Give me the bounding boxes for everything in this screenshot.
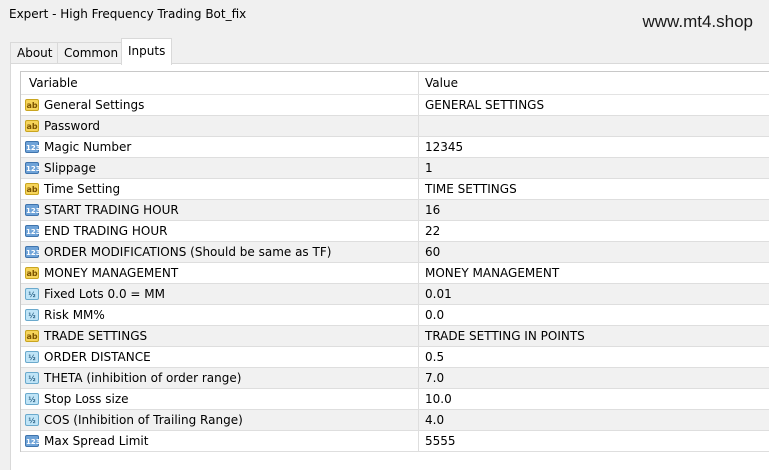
table-row[interactable]: 123 ORDER MODIFICATIONS (Should be same a… bbox=[21, 242, 769, 263]
string-type-icon: ab bbox=[25, 120, 39, 132]
value-cell[interactable]: 4.0 bbox=[419, 410, 769, 430]
value-cell[interactable]: 5555 bbox=[419, 431, 769, 451]
variable-cell: ab General Settings bbox=[21, 95, 419, 115]
table-row[interactable]: ab General Settings GENERAL SETTINGS bbox=[21, 95, 769, 116]
tab-inputs[interactable]: Inputs bbox=[121, 38, 173, 65]
string-type-icon: ab bbox=[25, 267, 39, 279]
variable-cell: ab TRADE SETTINGS bbox=[21, 326, 419, 346]
variable-name: THETA (inhibition of order range) bbox=[44, 371, 242, 385]
table-row[interactable]: 123 Magic Number 12345 bbox=[21, 137, 769, 158]
double-type-icon: ½ bbox=[25, 393, 39, 405]
value-cell[interactable]: TIME SETTINGS bbox=[419, 179, 769, 199]
table-row[interactable]: ½ Stop Loss size 10.0 bbox=[21, 389, 769, 410]
variable-name: MONEY MANAGEMENT bbox=[44, 266, 179, 280]
variable-cell: 123 Magic Number bbox=[21, 137, 419, 157]
variable-name: Password bbox=[44, 119, 101, 133]
string-type-icon: ab bbox=[25, 183, 39, 195]
variable-name: END TRADING HOUR bbox=[44, 224, 168, 238]
integer-type-icon: 123 bbox=[25, 204, 41, 216]
variable-name: TRADE SETTINGS bbox=[44, 329, 148, 343]
table-row[interactable]: 123 END TRADING HOUR 22 bbox=[21, 221, 769, 242]
table-row[interactable]: 123 Max Spread Limit 5555 bbox=[21, 431, 769, 452]
column-header-variable[interactable]: Variable bbox=[21, 72, 419, 94]
variable-name: Time Setting bbox=[44, 182, 121, 196]
variable-name: Magic Number bbox=[44, 140, 132, 154]
string-type-icon: ab bbox=[25, 99, 39, 111]
double-type-icon: ½ bbox=[25, 372, 39, 384]
variable-cell: ab Time Setting bbox=[21, 179, 419, 199]
table-row[interactable]: ½ THETA (inhibition of order range) 7.0 bbox=[21, 368, 769, 389]
variable-name: ORDER MODIFICATIONS (Should be same as T… bbox=[44, 245, 332, 259]
variable-name: ORDER DISTANCE bbox=[44, 350, 151, 364]
variable-name: Fixed Lots 0.0 = MM bbox=[44, 287, 165, 301]
string-type-icon: ab bbox=[25, 330, 39, 342]
variable-cell: 123 START TRADING HOUR bbox=[21, 200, 419, 220]
table-row[interactable]: ab Password bbox=[21, 116, 769, 137]
integer-type-icon: 123 bbox=[25, 435, 41, 447]
variable-cell: ½ Stop Loss size bbox=[21, 389, 419, 409]
integer-type-icon: 123 bbox=[25, 141, 41, 153]
double-type-icon: ½ bbox=[25, 414, 39, 426]
value-cell[interactable] bbox=[419, 116, 769, 136]
value-cell[interactable]: 0.0 bbox=[419, 305, 769, 325]
variable-cell: ab MONEY MANAGEMENT bbox=[21, 263, 419, 283]
value-cell[interactable]: 1 bbox=[419, 158, 769, 178]
value-cell[interactable]: 0.01 bbox=[419, 284, 769, 304]
variable-cell: ab Password bbox=[21, 116, 419, 136]
variable-cell: ½ COS (Inhibition of Trailing Range) bbox=[21, 410, 419, 430]
double-type-icon: ½ bbox=[25, 288, 39, 300]
window-title: Expert - High Frequency Trading Bot_fix bbox=[9, 7, 247, 21]
variable-cell: 123 ORDER MODIFICATIONS (Should be same a… bbox=[21, 242, 419, 262]
inputs-table: Variable Value ab General Settings GENERAL… bbox=[20, 71, 769, 452]
watermark-text: www.mt4.shop bbox=[642, 12, 753, 31]
variable-cell: 123 Slippage bbox=[21, 158, 419, 178]
value-cell[interactable]: 22 bbox=[419, 221, 769, 241]
table-row[interactable]: ½ ORDER DISTANCE 0.5 bbox=[21, 347, 769, 368]
table-row[interactable]: ½ Risk MM% 0.0 bbox=[21, 305, 769, 326]
variable-name: Risk MM% bbox=[44, 308, 105, 322]
variable-name: Stop Loss size bbox=[44, 392, 129, 406]
value-cell[interactable]: 10.0 bbox=[419, 389, 769, 409]
integer-type-icon: 123 bbox=[25, 225, 41, 237]
integer-type-icon: 123 bbox=[25, 162, 41, 174]
integer-type-icon: 123 bbox=[25, 246, 41, 258]
double-type-icon: ½ bbox=[25, 351, 39, 363]
table-row[interactable]: 123 START TRADING HOUR 16 bbox=[21, 200, 769, 221]
value-cell[interactable]: TRADE SETTING IN POINTS bbox=[419, 326, 769, 346]
variable-name: Slippage bbox=[44, 161, 96, 175]
table-header: Variable Value bbox=[21, 72, 769, 95]
title-bar: Expert - High Frequency Trading Bot_fix … bbox=[0, 0, 769, 32]
variable-name: START TRADING HOUR bbox=[44, 203, 179, 217]
value-cell[interactable]: 16 bbox=[419, 200, 769, 220]
value-cell[interactable]: 12345 bbox=[419, 137, 769, 157]
inputs-panel: Variable Value ab General Settings GENERAL… bbox=[10, 63, 769, 470]
variable-name: Max Spread Limit bbox=[44, 434, 149, 448]
table-row[interactable]: ab Time Setting TIME SETTINGS bbox=[21, 179, 769, 200]
value-cell[interactable]: 0.5 bbox=[419, 347, 769, 367]
variable-cell: ½ Fixed Lots 0.0 = MM bbox=[21, 284, 419, 304]
variable-cell: ½ Risk MM% bbox=[21, 305, 419, 325]
variable-cell: ½ ORDER DISTANCE bbox=[21, 347, 419, 367]
value-cell[interactable]: GENERAL SETTINGS bbox=[419, 95, 769, 115]
variable-cell: 123 Max Spread Limit bbox=[21, 431, 419, 451]
double-type-icon: ½ bbox=[25, 309, 39, 321]
value-cell[interactable]: MONEY MANAGEMENT bbox=[419, 263, 769, 283]
value-cell[interactable]: 7.0 bbox=[419, 368, 769, 388]
variable-name: COS (Inhibition of Trailing Range) bbox=[44, 413, 243, 427]
tab-about[interactable]: About bbox=[10, 42, 60, 63]
table-row[interactable]: ½ COS (Inhibition of Trailing Range) 4.0 bbox=[21, 410, 769, 431]
tab-common[interactable]: Common bbox=[57, 42, 126, 63]
variable-cell: 123 END TRADING HOUR bbox=[21, 221, 419, 241]
variable-name: General Settings bbox=[44, 98, 145, 112]
table-row[interactable]: 123 Slippage 1 bbox=[21, 158, 769, 179]
table-row[interactable]: ab TRADE SETTINGS TRADE SETTING IN POINTS bbox=[21, 326, 769, 347]
variable-cell: ½ THETA (inhibition of order range) bbox=[21, 368, 419, 388]
table-row[interactable]: ½ Fixed Lots 0.0 = MM 0.01 bbox=[21, 284, 769, 305]
column-header-value[interactable]: Value bbox=[419, 72, 769, 94]
value-cell[interactable]: 60 bbox=[419, 242, 769, 262]
table-row[interactable]: ab MONEY MANAGEMENT MONEY MANAGEMENT bbox=[21, 263, 769, 284]
